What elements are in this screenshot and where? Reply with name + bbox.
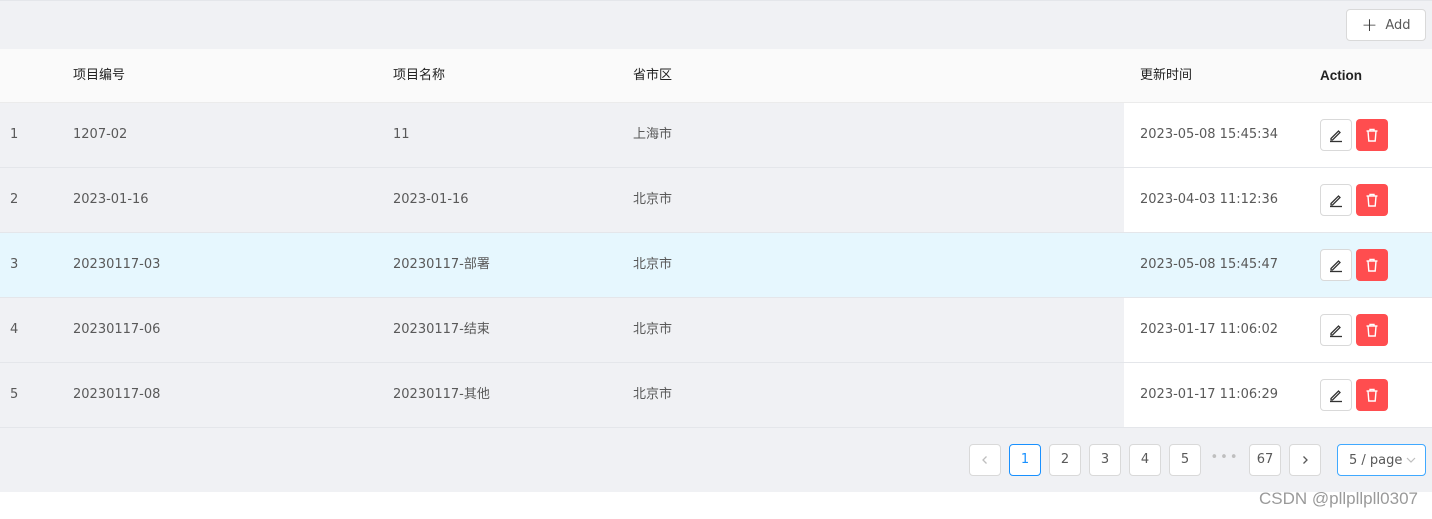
- delete-button[interactable]: [1356, 184, 1388, 216]
- table-row[interactable]: 3 20230117-03 20230117-部署 北京市 2023-05-08…: [0, 233, 1432, 298]
- row-index: 2: [10, 192, 19, 207]
- trash-icon: [1366, 258, 1378, 272]
- trash-icon: [1366, 193, 1378, 207]
- row-index: 4: [10, 322, 19, 337]
- project-name-cell: 20230117-结束: [393, 322, 490, 337]
- page-button-4[interactable]: 4: [1129, 444, 1161, 476]
- delete-button[interactable]: [1356, 314, 1388, 346]
- trash-icon: [1366, 128, 1378, 142]
- column-header-code: 项目编号: [73, 68, 126, 83]
- page-button-3[interactable]: 3: [1089, 444, 1121, 476]
- updated-time-cell: 2023-05-08 15:45:47: [1140, 257, 1279, 272]
- edit-button[interactable]: [1320, 184, 1352, 216]
- column-header-name: 项目名称: [393, 68, 446, 83]
- table-header: 项目编号 项目名称 省市区 更新时间 Action: [0, 49, 1432, 103]
- project-code-cell: 1207-02: [73, 127, 128, 142]
- table-row[interactable]: 1 1207-02 11 上海市 2023-05-08 15:45:34: [0, 103, 1432, 168]
- column-header-action: Action: [1320, 68, 1362, 83]
- edit-icon: [1330, 390, 1342, 403]
- next-page-button[interactable]: [1289, 444, 1321, 476]
- project-name-cell: 11: [393, 127, 410, 142]
- chevron-right-icon: [1303, 456, 1308, 464]
- column-header-updated: 更新时间: [1140, 68, 1193, 83]
- region-cell: 北京市: [633, 387, 673, 402]
- row-index: 1: [10, 127, 19, 142]
- watermark-text: CSDN @pllpllpll0307: [1259, 489, 1418, 508]
- delete-button[interactable]: [1356, 379, 1388, 411]
- page-jump-ellipsis[interactable]: •••: [1209, 444, 1241, 476]
- region-cell: 北京市: [633, 322, 673, 337]
- pagination-bar: 1 2 3 4 5 ••• 67 5 / page: [0, 428, 1432, 492]
- region-cell: 北京市: [633, 257, 673, 272]
- project-name-cell: 20230117-部署: [393, 257, 490, 272]
- updated-time-cell: 2023-01-17 11:06:02: [1140, 322, 1279, 337]
- table-row[interactable]: 4 20230117-06 20230117-结束 北京市 2023-01-17…: [0, 298, 1432, 363]
- edit-button[interactable]: [1320, 119, 1352, 151]
- delete-button[interactable]: [1356, 249, 1388, 281]
- prev-page-button[interactable]: [969, 444, 1001, 476]
- project-code-cell: 20230117-08: [73, 387, 161, 402]
- plus-icon: +: [1361, 14, 1378, 36]
- edit-button[interactable]: [1320, 379, 1352, 411]
- chevron-left-icon: [982, 456, 987, 464]
- toolbar: + Add: [0, 0, 1432, 49]
- updated-time-cell: 2023-01-17 11:06:29: [1140, 387, 1279, 402]
- edit-icon: [1330, 260, 1342, 273]
- edit-button[interactable]: [1320, 314, 1352, 346]
- region-cell: 上海市: [633, 127, 673, 142]
- chevron-down-icon: [1406, 457, 1416, 463]
- region-cell: 北京市: [633, 192, 673, 207]
- page-button-last[interactable]: 67: [1249, 444, 1281, 476]
- project-name-cell: 2023-01-16: [393, 192, 469, 207]
- page-button-5[interactable]: 5: [1169, 444, 1201, 476]
- edit-icon: [1330, 195, 1342, 208]
- page-size-value: 5 / page: [1349, 452, 1403, 468]
- table-row[interactable]: 5 20230117-08 20230117-其他 北京市 2023-01-17…: [0, 363, 1432, 428]
- project-code-cell: 2023-01-16: [73, 192, 149, 207]
- edit-icon: [1330, 130, 1342, 143]
- project-code-cell: 20230117-06: [73, 322, 161, 337]
- row-index: 3: [10, 257, 19, 272]
- row-index: 5: [10, 387, 19, 402]
- trash-icon: [1366, 323, 1378, 337]
- page-button-2[interactable]: 2: [1049, 444, 1081, 476]
- add-button-label: Add: [1385, 17, 1411, 33]
- edit-button[interactable]: [1320, 249, 1352, 281]
- delete-button[interactable]: [1356, 119, 1388, 151]
- trash-icon: [1366, 388, 1378, 402]
- column-header-region: 省市区: [633, 68, 673, 83]
- add-button[interactable]: + Add: [1346, 9, 1426, 41]
- table-row[interactable]: 2 2023-01-16 2023-01-16 北京市 2023-04-03 1…: [0, 168, 1432, 233]
- project-name-cell: 20230117-其他: [393, 387, 490, 402]
- updated-time-cell: 2023-05-08 15:45:34: [1140, 127, 1279, 142]
- page-button-1[interactable]: 1: [1009, 444, 1041, 476]
- updated-time-cell: 2023-04-03 11:12:36: [1140, 192, 1279, 207]
- project-code-cell: 20230117-03: [73, 257, 161, 272]
- edit-icon: [1330, 325, 1342, 338]
- page-size-select[interactable]: 5 / page: [1337, 444, 1426, 476]
